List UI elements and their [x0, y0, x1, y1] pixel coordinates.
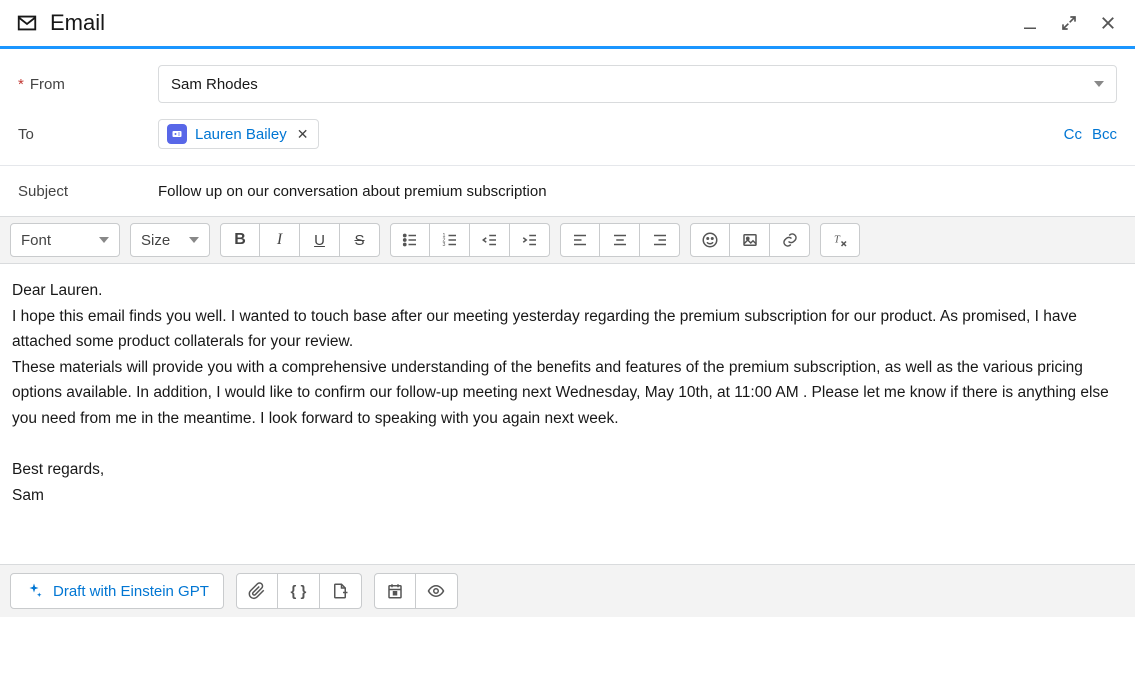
editor-toolbar: Font Size B I U S 123: [0, 216, 1135, 264]
bcc-button[interactable]: Bcc: [1092, 126, 1117, 143]
attach-button[interactable]: [236, 573, 278, 609]
outdent-button[interactable]: [470, 223, 510, 257]
strikethrough-button[interactable]: S: [340, 223, 380, 257]
body-signature: Sam: [12, 483, 1123, 509]
draft-einstein-label: Draft with Einstein GPT: [53, 583, 209, 600]
subject-label: Subject: [18, 183, 68, 200]
from-value: Sam Rhodes: [171, 76, 258, 93]
required-indicator: *: [18, 76, 24, 93]
underline-button[interactable]: U: [300, 223, 340, 257]
subject-input[interactable]: [158, 177, 1117, 206]
numbered-list-button[interactable]: 123: [430, 223, 470, 257]
bullet-list-button[interactable]: [390, 223, 430, 257]
recipient-name: Lauren Bailey: [195, 126, 287, 143]
emoji-button[interactable]: [690, 223, 730, 257]
sparkle-icon: [25, 582, 43, 600]
minimize-button[interactable]: [1021, 14, 1039, 32]
svg-text:3: 3: [442, 242, 445, 248]
align-left-button[interactable]: [560, 223, 600, 257]
email-icon: [16, 12, 38, 34]
from-label: From: [30, 76, 65, 93]
chevron-down-icon: [99, 237, 109, 243]
window-title: Email: [50, 10, 105, 36]
email-body[interactable]: Dear Lauren. I hope this email finds you…: [0, 264, 1135, 564]
footer-toolbar: Draft with Einstein GPT { }: [0, 564, 1135, 617]
recipient-pill[interactable]: Lauren Bailey ✕: [158, 119, 319, 149]
expand-button[interactable]: [1061, 15, 1077, 31]
align-center-button[interactable]: [600, 223, 640, 257]
from-select[interactable]: Sam Rhodes: [158, 65, 1117, 103]
to-row: To Lauren Bailey ✕ Cc Bcc: [18, 109, 1117, 159]
subject-row: Subject: [18, 166, 1117, 216]
font-select[interactable]: Font: [10, 223, 120, 257]
indent-button[interactable]: [510, 223, 550, 257]
svg-text:T: T: [834, 234, 841, 245]
to-label: To: [18, 126, 34, 143]
remove-recipient-button[interactable]: ✕: [295, 126, 311, 143]
image-button[interactable]: [730, 223, 770, 257]
body-paragraph: These materials will provide you with a …: [12, 355, 1123, 432]
window-header: Email: [0, 0, 1135, 46]
template-button[interactable]: [320, 573, 362, 609]
cc-button[interactable]: Cc: [1064, 126, 1082, 143]
from-row: * From Sam Rhodes: [18, 59, 1117, 109]
body-closing: Best regards,: [12, 457, 1123, 483]
contact-icon: [167, 124, 187, 144]
close-button[interactable]: [1099, 14, 1117, 32]
body-greeting: Dear Lauren.: [12, 278, 1123, 304]
bold-button[interactable]: B: [220, 223, 260, 257]
chevron-down-icon: [189, 237, 199, 243]
merge-field-button[interactable]: { }: [278, 573, 320, 609]
draft-einstein-button[interactable]: Draft with Einstein GPT: [10, 573, 224, 609]
link-button[interactable]: [770, 223, 810, 257]
schedule-button[interactable]: [374, 573, 416, 609]
preview-button[interactable]: [416, 573, 458, 609]
body-paragraph: I hope this email finds you well. I want…: [12, 304, 1123, 355]
chevron-down-icon: [1094, 81, 1104, 87]
align-right-button[interactable]: [640, 223, 680, 257]
clear-format-button[interactable]: T: [820, 223, 860, 257]
italic-button[interactable]: I: [260, 223, 300, 257]
size-select[interactable]: Size: [130, 223, 210, 257]
